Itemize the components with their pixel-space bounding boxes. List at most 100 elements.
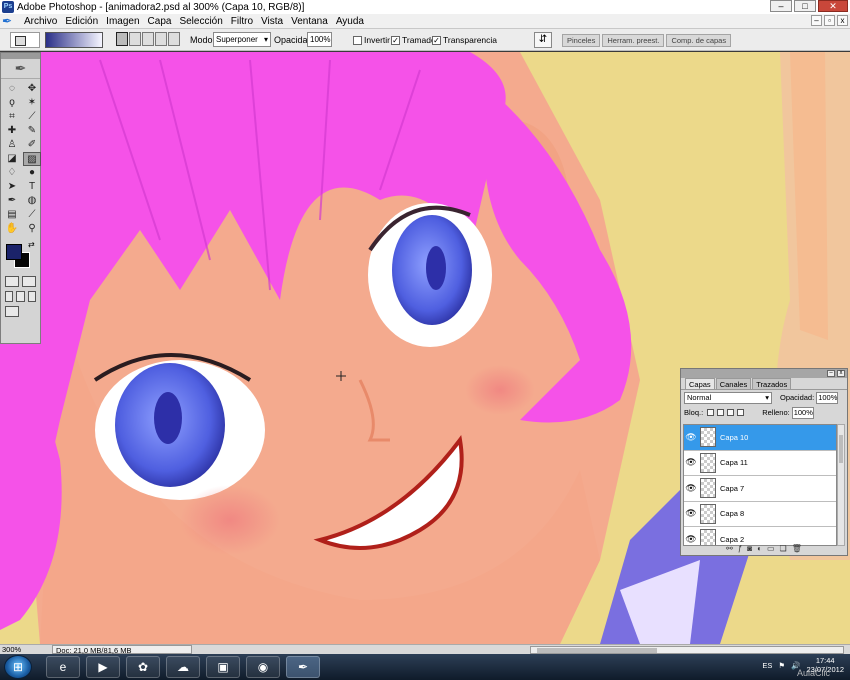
menu-capa[interactable]: Capa	[144, 16, 176, 27]
reflected-gradient-button[interactable]	[155, 32, 167, 46]
healing-brush-icon[interactable]: ✚	[3, 124, 21, 138]
layers-scrollbar[interactable]	[837, 424, 845, 546]
trash-icon[interactable]: 🗑	[792, 544, 802, 555]
maximize-button[interactable]: □	[794, 0, 816, 12]
flag-icon[interactable]: ⚑	[778, 661, 785, 670]
clone-stamp-icon[interactable]: ♙	[3, 138, 21, 152]
brush-icon[interactable]: ✎	[23, 124, 41, 138]
video-icon[interactable]: ▣	[206, 656, 240, 678]
fullscreen-menu-button[interactable]	[16, 291, 25, 302]
layer-style-icon[interactable]: ƒ	[738, 544, 742, 555]
blur-icon[interactable]: ♢	[3, 166, 21, 180]
radial-gradient-button[interactable]	[129, 32, 141, 46]
slice-icon[interactable]: ⟋	[23, 110, 41, 124]
history-brush-icon[interactable]: ✐	[23, 138, 41, 152]
standard-mode-button[interactable]	[5, 276, 19, 287]
diamond-gradient-button[interactable]	[168, 32, 180, 46]
opacity-input[interactable]: 100%	[307, 32, 332, 47]
lock-all-icon[interactable]	[737, 409, 745, 416]
network-icon[interactable]: ☁	[166, 656, 200, 678]
tab-composiciones-de-capas[interactable]: Comp. de capas	[666, 34, 732, 47]
horizontal-scroll-thumb[interactable]	[537, 648, 657, 653]
link-icon[interactable]: ⚯	[726, 544, 733, 555]
panel-close-icon[interactable]: x	[837, 370, 845, 377]
crop-icon[interactable]: ⌗	[3, 110, 21, 124]
tab-trazados[interactable]: Trazados	[752, 378, 792, 389]
linear-gradient-button[interactable]	[116, 32, 128, 46]
gradient-picker[interactable]	[45, 32, 103, 48]
marquee-icon[interactable]: ◌	[3, 82, 21, 96]
layer-row-capa-8[interactable]: 👁 Capa 8	[684, 502, 836, 527]
close-button[interactable]: ✕	[818, 0, 848, 12]
paint-icon[interactable]: ✿	[126, 656, 160, 678]
tab-herramientas-preestablecidas[interactable]: Herram. preest.	[602, 34, 665, 47]
lasso-icon[interactable]: ϙ	[3, 96, 21, 110]
type-icon[interactable]: T	[23, 180, 41, 194]
fullscreen-button[interactable]	[27, 291, 36, 302]
menu-archivo[interactable]: Archivo	[20, 16, 61, 27]
tab-pinceles[interactable]: Pinceles	[562, 34, 601, 47]
palette-well-icon[interactable]: ⇵	[534, 32, 552, 48]
hand-icon[interactable]: ✋	[3, 222, 21, 236]
menu-seleccion[interactable]: Selección	[175, 16, 226, 27]
path-selection-icon[interactable]: ➤	[3, 180, 21, 194]
menu-vista[interactable]: Vista	[257, 16, 287, 27]
horizontal-scrollbar[interactable]	[530, 646, 844, 654]
standard-screen-button[interactable]	[5, 291, 14, 302]
lock-pixels-icon[interactable]	[717, 409, 725, 416]
menu-edicion[interactable]: Edición	[61, 16, 102, 27]
document-size[interactable]: Doc: 21,0 MB/81,6 MB	[52, 645, 192, 655]
menu-ventana[interactable]: Ventana	[287, 16, 332, 27]
panel-minimize-icon[interactable]: –	[827, 370, 835, 377]
mode-select[interactable]: Superponer	[213, 32, 271, 47]
layers-panel-header[interactable]: – x	[681, 369, 847, 378]
chrome-icon[interactable]: ◉	[246, 656, 280, 678]
notes-icon[interactable]: ▤	[3, 208, 21, 222]
menu-imagen[interactable]: Imagen	[102, 16, 143, 27]
mask-icon[interactable]: ◙	[747, 544, 752, 555]
invert-checkbox[interactable]: Invertir	[353, 32, 390, 48]
doc-minimize-button[interactable]: –	[811, 15, 822, 26]
layer-row-capa-7[interactable]: 👁 Capa 7	[684, 476, 836, 502]
adjustment-icon[interactable]: ◐	[757, 544, 762, 555]
swap-colors-icon[interactable]: ⇄	[28, 240, 35, 249]
lock-transparency-icon[interactable]	[707, 409, 715, 416]
layer-row-capa-10[interactable]: 👁 Capa 10	[684, 425, 836, 451]
photoshop-icon[interactable]: ✒	[286, 656, 320, 678]
tab-capas[interactable]: Capas	[685, 378, 715, 389]
menu-filtro[interactable]: Filtro	[227, 16, 257, 27]
lock-position-icon[interactable]	[727, 409, 735, 416]
minimize-button[interactable]: –	[770, 0, 792, 12]
eraser-icon[interactable]: ◪	[3, 152, 21, 166]
move-icon[interactable]: ✥	[23, 82, 41, 96]
fill-input[interactable]: 100%	[791, 406, 814, 419]
magic-wand-icon[interactable]: ✶	[23, 96, 41, 110]
layer-opacity-input[interactable]: 100%	[816, 391, 839, 404]
quick-mask-mode-button[interactable]	[22, 276, 36, 287]
angle-gradient-button[interactable]	[142, 32, 154, 46]
scroll-thumb[interactable]	[839, 435, 843, 463]
group-icon[interactable]: ▭	[767, 544, 775, 555]
adobe-online-icon[interactable]: ✒	[1, 59, 40, 79]
eye-icon[interactable]: 👁	[684, 432, 698, 443]
doc-restore-button[interactable]: ▫	[824, 15, 835, 26]
dither-checkbox[interactable]: ✓ Tramado	[391, 32, 436, 48]
eye-icon[interactable]: 👁	[684, 508, 698, 519]
transparency-checkbox[interactable]: ✓ Transparencia	[432, 32, 497, 48]
zoom-icon[interactable]: ⚲	[23, 222, 41, 236]
imageready-jump-button[interactable]	[5, 306, 19, 317]
start-button[interactable]: ⊞	[4, 655, 32, 679]
eye-icon[interactable]: 👁	[684, 457, 698, 468]
internet-explorer-icon[interactable]: e	[46, 656, 80, 678]
doc-close-button[interactable]: x	[837, 15, 848, 26]
eye-icon[interactable]: 👁	[684, 483, 698, 494]
pen-icon[interactable]: ✒	[3, 194, 21, 208]
language-indicator[interactable]: ES	[762, 661, 772, 670]
blend-mode-select[interactable]: Normal	[684, 391, 772, 404]
eyedropper-icon[interactable]: ⟋	[23, 208, 41, 222]
new-layer-icon[interactable]: ❏	[780, 544, 787, 555]
tab-canales[interactable]: Canales	[715, 378, 752, 389]
layer-row-capa-11[interactable]: 👁 Capa 11	[684, 451, 836, 476]
dodge-icon[interactable]: ●	[23, 166, 41, 180]
zoom-level[interactable]: 300%	[2, 645, 21, 654]
